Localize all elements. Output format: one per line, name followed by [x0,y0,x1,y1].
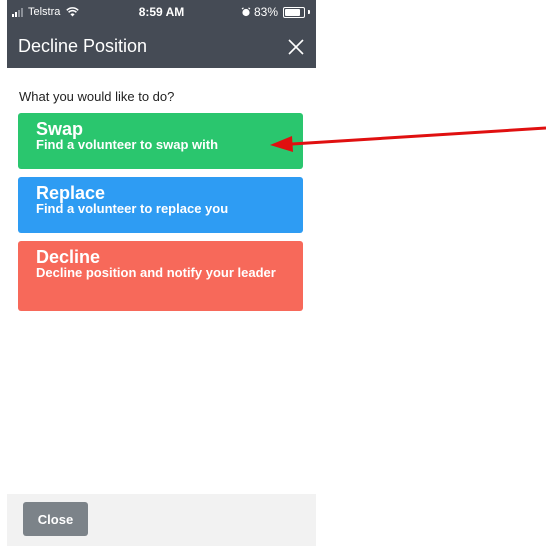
close-icon[interactable] [284,35,308,59]
footer-bar: Close [7,494,316,546]
prompt-text: What you would like to do? [19,89,175,104]
battery-percent: 83% [253,5,278,19]
alarm-icon [241,7,251,17]
nav-bar: Decline Position [7,26,316,68]
replace-option-button[interactable]: Replace Find a volunteer to replace you [18,177,303,233]
page-title: Decline Position [18,36,148,56]
swap-option-button[interactable]: Swap Find a volunteer to swap with [18,113,303,169]
swap-title: Swap [36,119,84,139]
battery-icon [283,6,305,18]
decline-title: Decline [36,247,101,267]
decline-subtitle: Decline position and notify your leader [36,265,276,280]
battery-tip [308,10,310,14]
status-right: 83% [241,5,310,19]
decline-option-button[interactable]: Decline Decline position and notify your… [18,241,303,311]
replace-title: Replace [36,183,106,203]
swap-subtitle: Find a volunteer to swap with [36,137,219,152]
screenshot-stage: Telstra 8:59 AM 83% Decline Position Wha… [0,0,546,546]
close-button[interactable]: Close [23,502,88,536]
status-bar: Telstra 8:59 AM 83% [7,0,316,26]
phone-screen: Telstra 8:59 AM 83% Decline Position Wha… [7,0,316,546]
replace-subtitle: Find a volunteer to replace you [36,201,229,216]
annotation-arrow-shaft [291,126,546,146]
